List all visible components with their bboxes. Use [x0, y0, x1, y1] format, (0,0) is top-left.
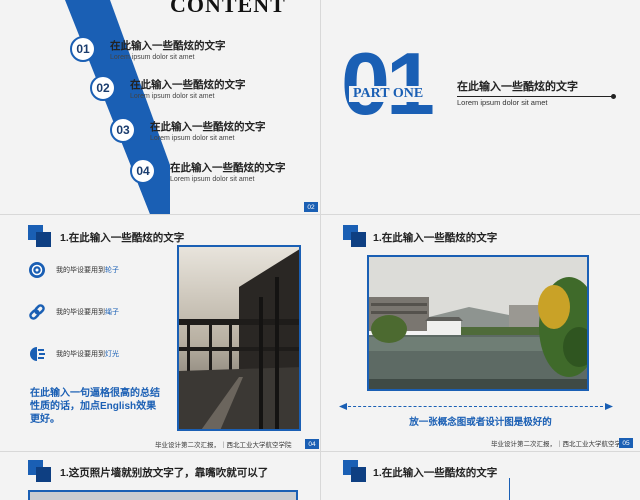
part-number: 01 [341, 34, 435, 133]
page-number: 04 [305, 439, 319, 449]
toc-heading: 在此输入一些酷炫的文字 [130, 78, 246, 91]
slide-concept[interactable]: 1.在此输入一些酷炫的文字 放一张概念图或者设计图是极好的 毕业设计第二次汇报，… [321, 215, 640, 451]
toc-subtext: Lorem ipsum dolor sit amet [130, 92, 215, 100]
toc-number: 01 [70, 36, 96, 62]
toc-item-3[interactable]: 03 在此输入一些酷炫的文字 Lorem ipsum dolor sit ame… [110, 117, 266, 143]
part-label: PART ONE [349, 86, 428, 102]
part-subtext: Lorem ipsum dolor sit amet [457, 98, 548, 107]
arrow-left-icon [339, 403, 347, 410]
header-squares-icon [343, 460, 367, 482]
part-heading: 在此输入一些酷炫的文字 [457, 81, 578, 93]
page-number: 02 [304, 202, 318, 212]
slide-photo-wall[interactable]: 1.这页照片墙就别放文字了，靠嘴吹就可以了 [0, 452, 320, 500]
feature-item-1: 我的毕设要用到轮子 [28, 261, 119, 279]
toc-heading: 在此输入一些酷炫的文字 [170, 161, 286, 174]
feature-text: 我的毕设要用到 [56, 309, 105, 316]
toc-subtext: Lorem ipsum dolor sit amet [110, 53, 195, 61]
page-number: 05 [619, 438, 633, 448]
contents-title: CONTENT [170, 0, 286, 17]
feature-highlight: 轮子 [105, 267, 119, 274]
dashed-arrow [343, 406, 608, 407]
feature-item-3: 我的毕设要用到灯光 [28, 345, 119, 363]
vertical-line [509, 478, 510, 500]
feature-text: 我的毕设要用到 [56, 267, 105, 274]
slide-features[interactable]: 1.在此输入一些酷炫的文字 我的毕设要用到轮子 我的毕设要用到绳子 我的毕设要用… [0, 215, 320, 451]
toc-number: 02 [90, 75, 116, 101]
building-photo [177, 245, 301, 431]
toc-subtext: Lorem ipsum dolor sit amet [150, 134, 235, 142]
divider-dot [611, 94, 616, 99]
campus-photo [367, 255, 589, 391]
slide-contents[interactable]: CONTENT 01 在此输入一些酷炫的文字 Lorem ipsum dolor… [0, 0, 320, 214]
toc-item-4[interactable]: 04 在此输入一些酷炫的文字 Lorem ipsum dolor sit ame… [130, 158, 286, 184]
photo-strip [28, 490, 298, 500]
photo-caption: 放一张概念图或者设计图是极好的 [409, 417, 552, 428]
toc-number: 03 [110, 117, 136, 143]
toc-subtext: Lorem ipsum dolor sit amet [170, 175, 255, 183]
feature-highlight: 绳子 [105, 309, 119, 316]
slide-part-one[interactable]: 01 PART ONE 在此输入一些酷炫的文字 Lorem ipsum dolo… [321, 0, 640, 214]
section-title: 1.在此输入一些酷炫的文字 [60, 232, 185, 244]
header-squares-icon [343, 225, 367, 247]
toc-item-2[interactable]: 02 在此输入一些酷炫的文字 Lorem ipsum dolor sit ame… [90, 75, 246, 101]
section-title: 1.在此输入一些酷炫的文字 [373, 232, 498, 244]
header-squares-icon [28, 225, 52, 247]
toc-heading: 在此输入一些酷炫的文字 [150, 120, 266, 133]
footer-text: 毕业设计第二次汇报，｜西北工业大学航空学院 [491, 441, 628, 448]
slide-next[interactable]: 1.在此输入一些酷炫的文字 [321, 452, 640, 500]
feature-text: 我的毕设要用到 [56, 351, 105, 358]
footer-text: 毕业设计第二次汇报，｜西北工业大学航空学院 [155, 442, 292, 449]
toc-number: 04 [130, 158, 156, 184]
header-squares-icon [28, 460, 52, 482]
section-title: 1.这页照片墙就别放文字了，靠嘴吹就可以了 [60, 467, 269, 479]
arrow-right-icon [605, 403, 613, 410]
summary-text: 在此输入一句逼格很高的总结性质的话，加点English效果更好。 [30, 388, 160, 425]
feature-highlight: 灯光 [105, 351, 119, 358]
toc-item-1[interactable]: 01 在此输入一些酷炫的文字 Lorem ipsum dolor sit ame… [70, 36, 226, 62]
section-title: 1.在此输入一些酷炫的文字 [373, 467, 498, 479]
toc-heading: 在此输入一些酷炫的文字 [110, 39, 226, 52]
link-icon [29, 304, 45, 320]
wheel-icon [29, 262, 45, 278]
feature-item-2: 我的毕设要用到绳子 [28, 303, 119, 321]
light-icon [30, 347, 45, 361]
divider-line [457, 96, 613, 97]
